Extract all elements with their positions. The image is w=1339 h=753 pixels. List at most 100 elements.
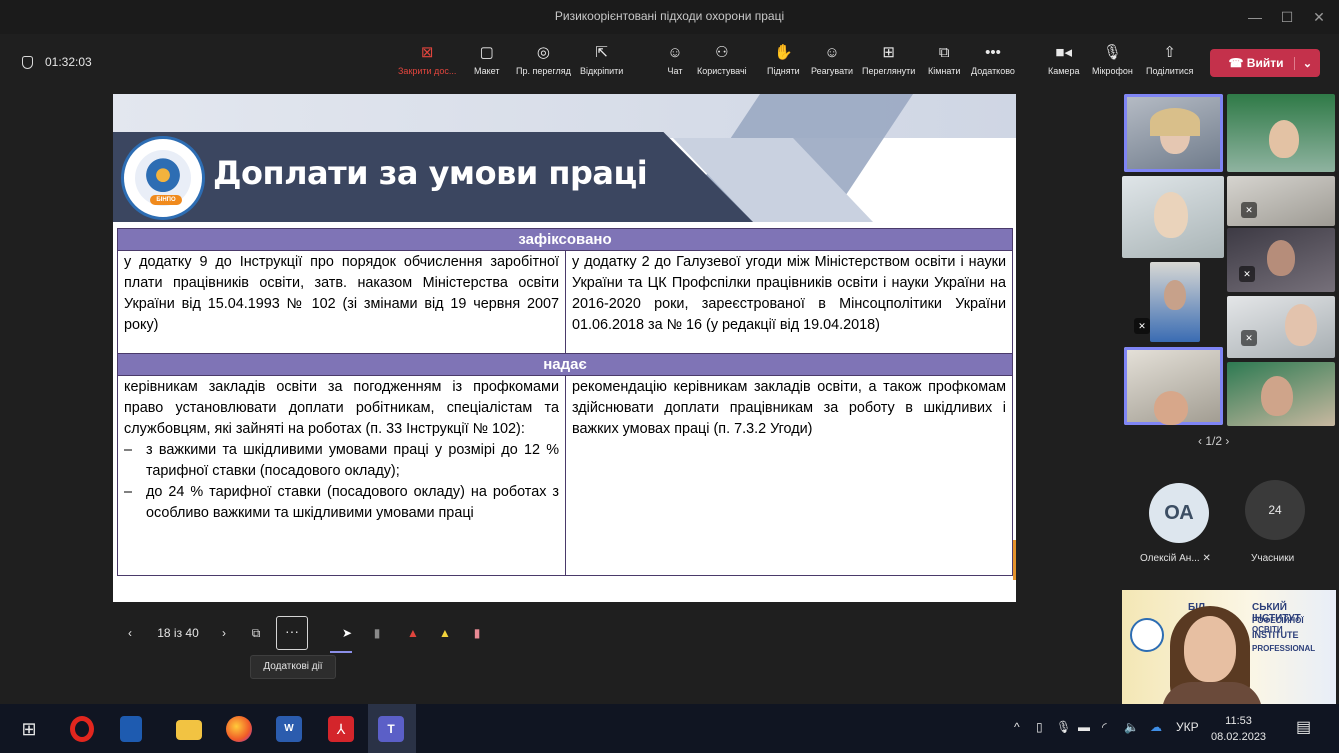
participant-tile[interactable] [1150,262,1200,342]
chevron-down-icon[interactable]: ⌄ [1294,56,1320,70]
window-title: Ризикоорієнтовані підходи охорони праці [554,9,785,23]
table-cell: у додатку 2 до Галузевої угоди між Мініс… [565,250,1013,354]
slide-table: зафіксовано у додатку 9 до Інструкції пр… [117,228,1013,576]
phone-icon: ☎ [1228,56,1247,70]
more-button[interactable]: ••• Додатково [971,44,1015,76]
teams-meeting-window: Ризикоорієнтовані підходи охорони праці … [0,0,1339,753]
next-page-icon[interactable]: › [1225,434,1229,448]
microphone-tray-icon[interactable]: 🎙 [1056,720,1071,734]
battery-icon[interactable]: ▬ [1078,720,1090,734]
stop-sharing-button[interactable]: ⊠ Закрити дос... [398,44,456,76]
file-explorer-icon[interactable] [176,720,202,740]
preview-button[interactable]: ◎ Пр. перегляд [516,44,571,76]
layout-icon: ▢ [479,44,494,61]
pen-red-icon[interactable]: ▲ [404,616,422,650]
institute-logo [1130,618,1164,652]
close-icon[interactable]: ✕ [1304,6,1334,28]
volume-icon[interactable]: 🔈 [1124,720,1139,734]
camera-icon: ■◂ [1055,44,1073,61]
opera-icon[interactable] [70,716,94,742]
leave-button[interactable]: ☎ Вийти ⌄ [1210,49,1320,77]
stop-share-icon: ⊠ [420,44,434,61]
firefox-icon[interactable] [226,716,252,742]
rooms-button[interactable]: ⧉ Кімнати [928,44,960,76]
muted-icon: ✕ [1239,266,1255,282]
onedrive-icon[interactable]: ☁ [1150,720,1162,734]
participant-tile[interactable]: ✕ [1227,176,1335,226]
view-button[interactable]: ⊞ Переглянути [862,44,915,76]
gallery-pager: ‹ 1/2 › [1198,434,1230,448]
institute-logo: БІНПО [121,136,205,220]
eye-icon: ◎ [536,44,550,61]
smiley-icon: ☺ [824,44,840,61]
minimize-icon[interactable]: — [1240,6,1270,28]
maximize-icon[interactable]: ☐ [1272,6,1302,28]
cell-intro: керівникам закладів освіти за погодження… [124,379,559,437]
banner-text: INSTITUTE [1252,630,1299,640]
start-icon[interactable]: ⊞ [16,716,42,742]
participant-tile[interactable] [1124,94,1223,172]
participant-tile[interactable]: ✕ [1227,228,1335,292]
hand-icon: ✋ [774,44,793,61]
wifi-icon[interactable]: ◜ [1102,720,1107,734]
participant-tile[interactable]: ✕ [1227,296,1335,358]
layout-button[interactable]: ▢ Макет [474,44,499,76]
participant-video [1285,304,1317,346]
participant-video [1267,240,1295,276]
presenter-body [1162,682,1262,704]
participant-video [1154,391,1188,425]
people-icon: ⚇ [715,44,729,61]
unpin-button[interactable]: ⇱ Відкріпити [580,44,623,76]
raise-hand-button[interactable]: ✋ Підняти [767,44,800,76]
eraser-icon[interactable]: ▮ [468,616,486,650]
teams-icon[interactable]: T [378,716,404,742]
clock[interactable]: 11:53 08.02.2023 [1211,713,1266,745]
chat-icon: ☺ [667,44,683,61]
chat-button[interactable]: ☺ Чат [664,44,686,76]
meeting-toolbar: 01:32:03 ⊠ Закрити дос... ▢ Макет ◎ Пр. … [0,34,1339,92]
people-button[interactable]: ⚇ Користувачі [697,44,747,76]
grid-view-icon[interactable]: ⧉ [246,616,266,650]
prev-slide-icon[interactable]: ‹ [122,616,138,650]
phone-link-icon[interactable]: ▯ [1036,720,1043,734]
microphone-button[interactable]: 🎙 Мікрофон [1092,44,1133,76]
table-cell: керівникам закладів освіти за погодження… [117,375,566,576]
react-button[interactable]: ☺ Реагувати [811,44,853,76]
banner-text: PROFESSIONAL [1252,644,1316,653]
more-actions-button[interactable]: ··· [276,616,308,650]
microphone-icon: 🎙 [1102,44,1122,61]
next-slide-icon[interactable]: › [216,616,232,650]
word-icon[interactable]: W [276,716,302,742]
elapsed-time: 01:32:03 [45,55,92,69]
notification-icon[interactable]: ▤ [1296,717,1311,737]
muted-mic-icon: ✕ [1202,553,1211,564]
muted-icon: ✕ [1241,330,1257,346]
acrobat-icon[interactable]: ⅄ [328,716,354,742]
pointer-icon[interactable]: ➤ [336,616,358,650]
participant-tile[interactable] [1124,347,1223,425]
chevron-up-icon[interactable]: ^ [1014,720,1020,734]
highlighter-icon[interactable]: ▲ [436,616,454,650]
presenter-video[interactable]: БІЛ СЬКИЙ ІНСТИТУТ РОФЕСІЙНОЇ ОСВІТИ INS… [1122,590,1336,704]
participant-tile[interactable] [1227,362,1335,426]
logo-badge: БІНПО [150,195,182,205]
table-cell: у додатку 9 до Інструкції про порядок об… [117,250,566,354]
leave-label: ☎ Вийти [1228,56,1284,70]
participant-video [1269,120,1299,158]
page-indicator: 18 із 40 [157,626,199,640]
participant-tile[interactable] [1122,176,1224,258]
share-button[interactable]: ⇧ Поділитися [1146,44,1193,76]
pen-gray-icon[interactable]: ▮ [368,616,386,650]
windows-taskbar: ⊞ W ⅄ T ^ ▯ 🎙 ▬ ◜ 🔈 ☁ УКР 11:53 08.02.20… [0,704,1339,753]
grid-icon: ⊞ [882,44,895,61]
avatar[interactable]: ОА [1149,483,1209,543]
participant-tile[interactable] [1227,94,1335,172]
camera-button[interactable]: ■◂ Камера [1048,44,1079,76]
participants-count-button[interactable]: 24 [1245,480,1305,540]
table-cell: рекомендацію керівникам закладів освіти,… [565,375,1013,576]
language-indicator[interactable]: УКР [1176,720,1199,734]
participants-label: Учасники [1251,553,1295,564]
calculator-icon[interactable] [120,716,142,742]
list-item: – з важкими та шкідливими умовами праці … [124,442,559,479]
ellipsis-icon: ••• [985,44,1001,61]
